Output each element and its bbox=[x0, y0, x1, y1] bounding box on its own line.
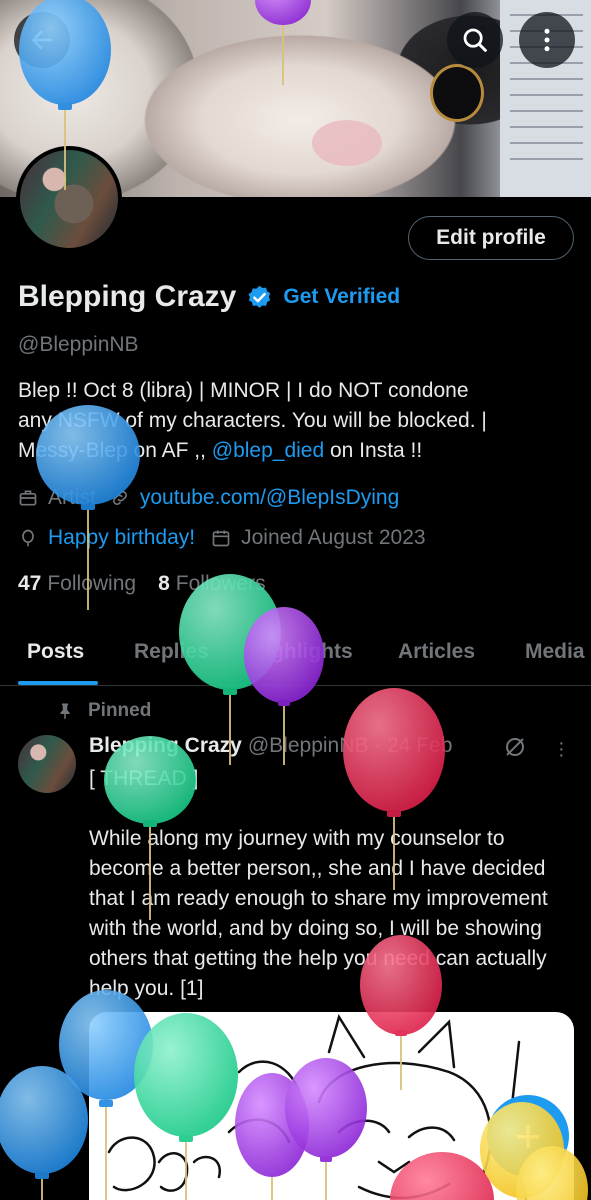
post-header: Blepping Crazy @BleppinNB · 24 Feb bbox=[89, 734, 452, 758]
post-meta: @BleppinNB · 24 Feb bbox=[247, 734, 453, 757]
profile-avatar[interactable] bbox=[16, 146, 122, 252]
active-tab-indicator bbox=[18, 681, 98, 685]
tab-highlights[interactable]: Highlights bbox=[250, 640, 353, 664]
follow-counts: 47 Following 8 Followers bbox=[18, 572, 266, 596]
profile-website-link[interactable]: youtube.com/@BlepIsDying bbox=[140, 486, 399, 510]
profile-name: Blepping Crazy bbox=[18, 280, 237, 313]
profile-tabs: Posts Replies Highlights Articles Media bbox=[0, 632, 591, 686]
profile-category: Artist bbox=[48, 486, 96, 509]
post-text: [ THREAD ] While along my journey with m… bbox=[89, 767, 548, 1000]
pinned-text: Pinned bbox=[88, 700, 152, 721]
arrow-left-icon bbox=[31, 30, 52, 50]
banner-eye bbox=[430, 64, 484, 122]
name-row: Blepping Crazy Get Verified bbox=[18, 280, 400, 314]
followers-count: 8 bbox=[158, 572, 170, 595]
bio-line: Messy-Blep on AF ,, @blep_died on Insta … bbox=[18, 436, 578, 466]
briefcase-icon bbox=[19, 490, 37, 506]
post-avatar[interactable] bbox=[18, 735, 76, 793]
bio-line: Blep !! Oct 8 (libra) | MINOR | I do NOT… bbox=[18, 379, 469, 402]
joined-date: Joined August 2023 bbox=[241, 526, 426, 549]
pinned-label: Pinned bbox=[56, 700, 151, 722]
more-vertical-icon bbox=[544, 28, 550, 52]
search-icon bbox=[463, 28, 487, 52]
bio-text: Messy-Blep on AF ,, bbox=[18, 439, 212, 462]
link-icon bbox=[112, 491, 127, 505]
tab-posts[interactable]: Posts bbox=[27, 640, 84, 664]
profile-bio: Blep !! Oct 8 (libra) | MINOR | I do NOT… bbox=[18, 376, 578, 466]
banner-nose bbox=[312, 120, 382, 166]
followers-link[interactable]: 8 Followers bbox=[158, 572, 266, 596]
profile-meta-row-2: Happy birthday! Joined August 2023 bbox=[18, 526, 426, 550]
bio-text: on Insta !! bbox=[324, 439, 423, 462]
post-more-icon[interactable]: · · · bbox=[558, 733, 565, 765]
grok-icon[interactable] bbox=[503, 735, 527, 759]
pin-icon bbox=[60, 703, 70, 720]
more-button[interactable] bbox=[519, 12, 575, 68]
tab-replies[interactable]: Replies bbox=[134, 640, 209, 664]
compose-fab-button[interactable]: + bbox=[487, 1095, 569, 1177]
get-verified-link[interactable]: Get Verified bbox=[283, 285, 400, 309]
followers-label: Followers bbox=[175, 572, 266, 595]
profile-handle: @BleppinNB bbox=[18, 333, 139, 356]
back-button[interactable] bbox=[14, 12, 70, 68]
following-count: 47 bbox=[18, 572, 42, 595]
following-label: Following bbox=[47, 572, 137, 595]
birthday-link[interactable]: Happy birthday! bbox=[48, 526, 195, 550]
bio-mention-link[interactable]: @blep_died bbox=[212, 439, 324, 462]
search-button[interactable] bbox=[447, 12, 503, 68]
tab-articles[interactable]: Articles bbox=[398, 640, 475, 664]
balloon-icon bbox=[22, 529, 34, 547]
calendar-icon bbox=[212, 530, 230, 547]
edit-profile-button[interactable]: Edit profile bbox=[408, 216, 574, 260]
profile-meta-row: Artist youtube.com/@BlepIsDying bbox=[18, 486, 399, 510]
tab-media[interactable]: Media bbox=[525, 640, 585, 664]
post-author[interactable]: Blepping Crazy bbox=[89, 734, 242, 758]
following-link[interactable]: 47 Following bbox=[18, 572, 136, 596]
balloon-icon bbox=[0, 1066, 88, 1200]
bio-line: any NSFW of my characters. You will be b… bbox=[18, 409, 487, 432]
verified-badge-icon[interactable] bbox=[246, 284, 273, 311]
